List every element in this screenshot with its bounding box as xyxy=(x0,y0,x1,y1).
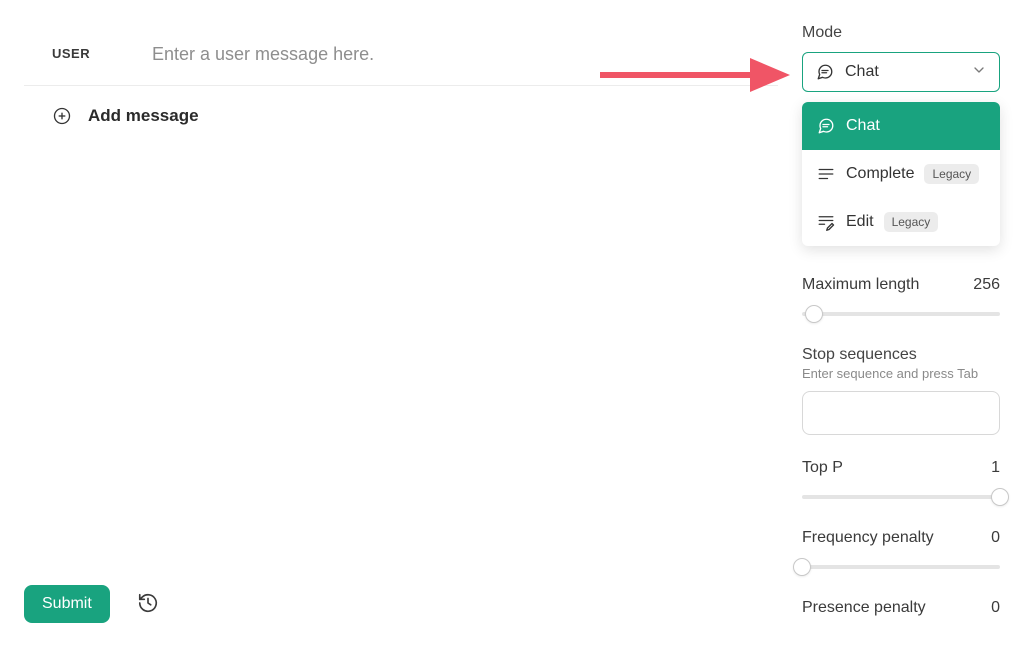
mode-option-edit[interactable]: Edit Legacy xyxy=(802,198,1000,246)
param-hint: Enter sequence and press Tab xyxy=(802,366,1000,381)
param-label: Frequency penalty xyxy=(802,529,934,547)
mode-option-label: Edit xyxy=(846,213,874,231)
message-row: USER xyxy=(24,24,778,86)
mode-label: Mode xyxy=(802,24,1000,42)
chat-icon xyxy=(816,116,836,136)
chevron-down-icon xyxy=(971,62,987,83)
param-label: Top P xyxy=(802,459,843,477)
mode-select-wrap: Chat Chat xyxy=(802,52,1000,92)
add-message-label: Add message xyxy=(88,106,199,126)
top-p-slider[interactable] xyxy=(802,489,1000,505)
mode-option-label: Complete xyxy=(846,165,914,183)
mode-option-chat[interactable]: Chat xyxy=(802,102,1000,150)
mode-dropdown: Chat Complete Legacy xyxy=(802,102,1000,246)
param-label: Presence penalty xyxy=(802,599,926,617)
mode-select[interactable]: Chat xyxy=(802,52,1000,92)
param-value: 0 xyxy=(991,529,1000,547)
history-icon xyxy=(137,592,159,617)
complete-icon xyxy=(816,164,836,184)
plus-circle-icon xyxy=(52,106,72,126)
max-length-slider[interactable] xyxy=(802,306,1000,322)
param-frequency-penalty: Frequency penalty 0 xyxy=(802,529,1000,575)
param-value: 256 xyxy=(973,276,1000,294)
frequency-penalty-slider[interactable] xyxy=(802,559,1000,575)
mode-option-complete[interactable]: Complete Legacy xyxy=(802,150,1000,198)
param-label: Stop sequences xyxy=(802,346,1000,364)
param-label: Maximum length xyxy=(802,276,919,294)
submit-button[interactable]: Submit xyxy=(24,585,110,623)
mode-option-label: Chat xyxy=(846,117,880,135)
footer-controls: Submit xyxy=(24,585,166,623)
history-button[interactable] xyxy=(130,586,166,622)
legacy-badge: Legacy xyxy=(924,164,979,184)
role-label: USER xyxy=(52,42,120,61)
add-message-button[interactable]: Add message xyxy=(24,86,778,144)
settings-pane: Mode Chat xyxy=(802,0,1024,645)
mode-selected-label: Chat xyxy=(845,63,961,81)
edit-icon xyxy=(816,212,836,232)
legacy-badge: Legacy xyxy=(884,212,939,232)
stop-sequences-input[interactable] xyxy=(802,391,1000,435)
param-value: 1 xyxy=(991,459,1000,477)
param-presence-penalty: Presence penalty 0 xyxy=(802,599,1000,617)
chat-pane: USER Add message Submit xyxy=(0,0,802,645)
param-max-length: Maximum length 256 xyxy=(802,276,1000,322)
param-value: 0 xyxy=(991,599,1000,617)
param-stop-sequences: Stop sequences Enter sequence and press … xyxy=(802,346,1000,435)
user-message-input[interactable] xyxy=(152,42,768,67)
param-top-p: Top P 1 xyxy=(802,459,1000,505)
chat-icon xyxy=(815,62,835,82)
